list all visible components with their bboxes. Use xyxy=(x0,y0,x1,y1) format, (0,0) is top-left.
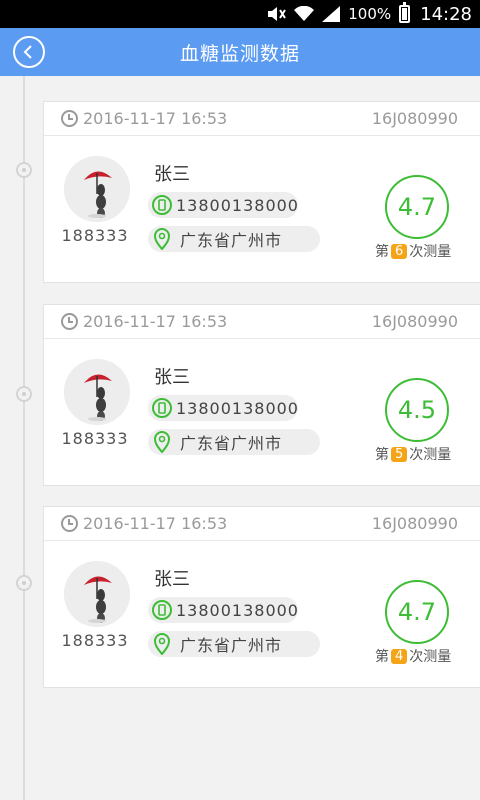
wifi-icon xyxy=(294,6,315,22)
record-datetime: 2016-11-17 16:53 xyxy=(83,514,228,533)
device-id: 16J080990 xyxy=(371,109,458,128)
record-card[interactable]: 2016-11-17 16:53 16J080990 188333 张三 138… xyxy=(43,101,480,283)
timeline-dot xyxy=(16,386,32,402)
clock-icon xyxy=(61,110,78,127)
user-id: 188333 xyxy=(61,429,129,448)
signal-icon xyxy=(322,6,341,22)
record-datetime: 2016-11-17 16:53 xyxy=(83,109,228,128)
phone-icon xyxy=(152,600,172,620)
status-bar: 100% 14:28 xyxy=(0,0,480,28)
measurement-count: 第 5 次测量 xyxy=(375,444,451,464)
clock-icon xyxy=(61,515,78,532)
count-prefix: 第 xyxy=(375,447,389,463)
address: 广东省广州市 xyxy=(180,434,283,453)
patient-name: 张三 xyxy=(154,569,190,590)
phone-pill[interactable]: 13800138000 xyxy=(148,192,298,218)
avatar[interactable] xyxy=(64,359,130,425)
address: 广东省广州市 xyxy=(180,231,283,250)
address-pill: 广东省广州市 xyxy=(148,226,320,252)
card-header: 2016-11-17 16:53 16J080990 xyxy=(44,305,480,339)
location-pin-icon xyxy=(152,431,172,453)
record-card[interactable]: 2016-11-17 16:53 16J080990 188333 张三 138… xyxy=(43,506,480,688)
card-header: 2016-11-17 16:53 16J080990 xyxy=(44,102,480,136)
record-datetime: 2016-11-17 16:53 xyxy=(83,312,228,331)
phone-icon xyxy=(152,195,172,215)
battery-percent: 100% xyxy=(348,5,392,23)
count-badge: 4 xyxy=(391,648,408,664)
device-id: 16J080990 xyxy=(371,312,458,331)
phone-icon xyxy=(152,398,172,418)
count-badge: 6 xyxy=(391,243,408,259)
address-pill: 广东省广州市 xyxy=(148,429,320,455)
clock-time: 14:28 xyxy=(420,3,472,25)
timeline-dot xyxy=(16,575,32,591)
phone-number: 13800138000 xyxy=(176,398,299,418)
user-id: 188333 xyxy=(61,631,129,650)
card-header: 2016-11-17 16:53 16J080990 xyxy=(44,507,480,541)
patient-name: 张三 xyxy=(154,367,190,388)
timeline-dot xyxy=(16,162,32,178)
count-suffix: 次测量 xyxy=(409,649,452,665)
device-id: 16J080990 xyxy=(371,514,458,533)
phone-pill[interactable]: 13800138000 xyxy=(148,597,298,623)
glucose-value: 4.5 xyxy=(385,378,449,442)
address-pill: 广东省广州市 xyxy=(148,631,320,657)
patient-name: 张三 xyxy=(154,164,190,185)
page-title: 血糖监测数据 xyxy=(179,42,300,65)
mute-icon xyxy=(266,6,287,22)
count-prefix: 第 xyxy=(375,649,389,665)
count-badge: 5 xyxy=(391,446,408,462)
avatar[interactable] xyxy=(64,561,130,627)
app-header: 血糖监测数据 xyxy=(0,28,480,76)
count-prefix: 第 xyxy=(375,244,389,260)
location-pin-icon xyxy=(152,633,172,655)
avatar[interactable] xyxy=(64,156,130,222)
back-button[interactable] xyxy=(13,36,45,68)
measurement-count: 第 4 次测量 xyxy=(375,646,451,666)
clock-icon xyxy=(61,313,78,330)
phone-number: 13800138000 xyxy=(176,600,299,620)
count-suffix: 次测量 xyxy=(409,244,452,260)
phone-pill[interactable]: 13800138000 xyxy=(148,395,298,421)
battery-icon xyxy=(399,2,411,23)
measurement-count: 第 6 次测量 xyxy=(375,241,451,261)
phone-number: 13800138000 xyxy=(176,195,299,215)
timeline-line xyxy=(23,76,25,800)
user-id: 188333 xyxy=(61,226,129,245)
count-suffix: 次测量 xyxy=(409,447,452,463)
chevron-left-icon xyxy=(23,45,32,59)
record-card[interactable]: 2016-11-17 16:53 16J080990 188333 张三 138… xyxy=(43,304,480,486)
glucose-value: 4.7 xyxy=(385,175,449,239)
address: 广东省广州市 xyxy=(180,636,283,655)
location-pin-icon xyxy=(152,228,172,250)
glucose-value: 4.7 xyxy=(385,580,449,644)
